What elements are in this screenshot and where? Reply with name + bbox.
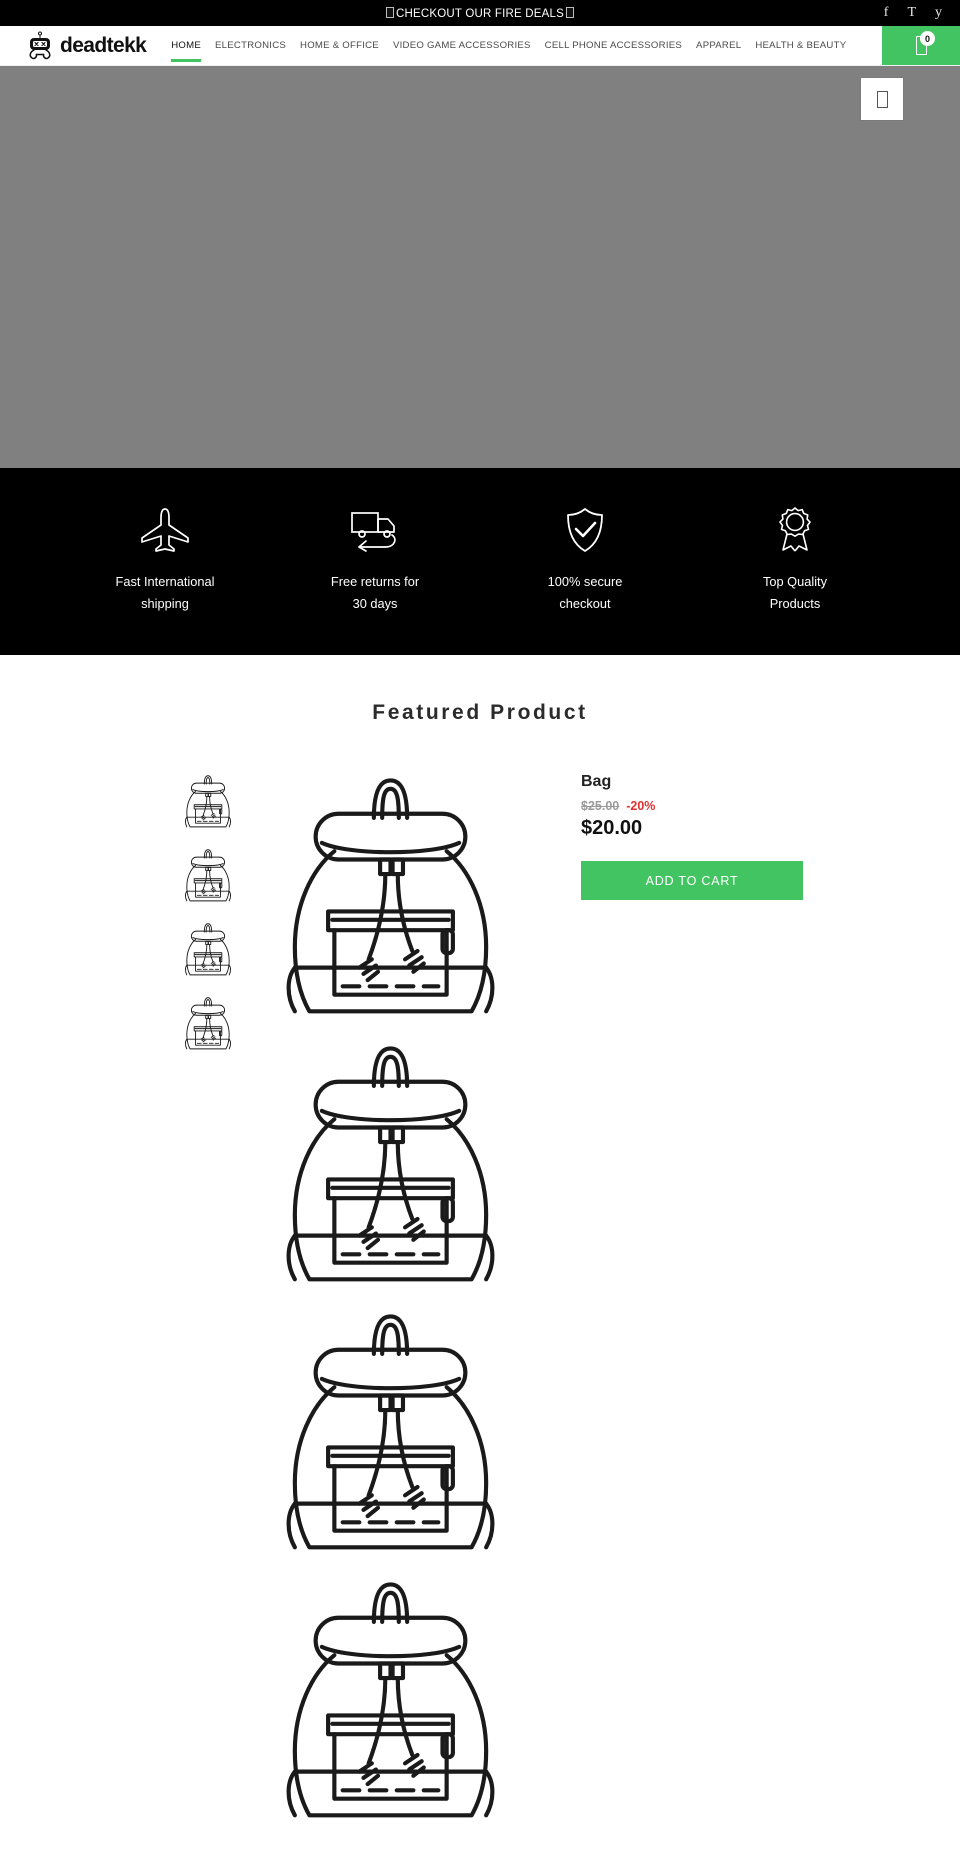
feature-label: 100% secure checkout [548, 571, 623, 615]
nav-label: CELL PHONE ACCESSORIES [544, 40, 683, 51]
feature-label-line1: Free returns for [330, 574, 420, 589]
truck-return-icon [348, 506, 402, 554]
product-thumbnail[interactable] [176, 993, 239, 1055]
product-image[interactable] [255, 1033, 525, 1301]
feature-label-line1: 100% secure [547, 574, 623, 589]
feature-free-returns: Free returns for 30 days [270, 506, 480, 615]
nav-item-health-beauty[interactable]: HEALTH & BEAUTY [748, 26, 853, 65]
fire-emoji-icon [565, 6, 574, 18]
hero-banner [0, 66, 960, 468]
announcement-message: CHECKOUT OUR FIRE DEALS [396, 7, 564, 20]
product-discount-badge: -20% [626, 799, 656, 813]
nav-item-apparel[interactable]: APPAREL [689, 26, 748, 65]
feature-label-line2: Products [769, 596, 821, 611]
award-ribbon-icon [772, 506, 818, 554]
feature-label-line2: 30 days [352, 596, 398, 611]
airplane-icon [139, 506, 191, 554]
section-title: Featured Product [372, 701, 588, 724]
page-root: CHECKOUT OUR FIRE DEALS f T y deadtekk H… [0, 0, 960, 1837]
feature-label: Fast International shipping [116, 571, 215, 615]
placeholder-glyph-icon [876, 90, 888, 108]
social-links: f T y [884, 6, 960, 20]
nav-item-electronics[interactable]: ELECTRONICS [208, 26, 293, 65]
feature-top-quality-products: Top Quality Products [690, 506, 900, 615]
feature-secure-checkout: 100% secure checkout [480, 506, 690, 615]
feature-bar: Fast International shipping Free returns… [0, 468, 960, 655]
hero-action-button[interactable] [861, 78, 903, 120]
featured-product-section: Featured Product Bag $25.00 -20% $20.00 … [0, 655, 960, 1837]
product-layout: Bag $25.00 -20% $20.00 ADD TO CART [0, 765, 960, 1837]
site-header: deadtekk HOME ELECTRONICS HOME & OFFICE … [0, 26, 960, 66]
product-image[interactable] [255, 1301, 525, 1569]
nav-label: VIDEO GAME ACCESSORIES [392, 40, 531, 51]
product-gallery [255, 765, 525, 1837]
feature-label-line2: checkout [559, 596, 611, 611]
nav-item-home-office[interactable]: HOME & OFFICE [293, 26, 386, 65]
product-price: $20.00 [581, 817, 643, 839]
product-image[interactable] [255, 765, 525, 1033]
brand-name: deadtekk [60, 33, 147, 57]
announcement-text: CHECKOUT OUR FIRE DEALS [0, 6, 960, 20]
nav-label: HEALTH & BEAUTY [755, 40, 847, 51]
twitter-icon[interactable]: T [907, 6, 916, 20]
facebook-icon[interactable]: f [884, 6, 889, 20]
product-thumbnail[interactable] [176, 845, 239, 907]
nav-label: HOME [171, 40, 202, 51]
brand-logo-link[interactable]: deadtekk [0, 26, 164, 65]
feature-label-line2: shipping [141, 596, 189, 611]
announcement-bar: CHECKOUT OUR FIRE DEALS f T y [0, 0, 960, 26]
shield-check-icon [563, 506, 607, 554]
nav-item-cell-phone-accessories[interactable]: CELL PHONE ACCESSORIES [538, 26, 689, 65]
nav-label: ELECTRONICS [215, 40, 287, 51]
feature-label-line1: Top Quality [762, 574, 827, 589]
add-to-cart-button[interactable]: ADD TO CART [581, 861, 803, 900]
feature-fast-international-shipping: Fast International shipping [60, 506, 270, 615]
youtube-icon[interactable]: y [935, 6, 942, 20]
nav-item-home[interactable]: HOME [164, 26, 208, 65]
product-compare-price: $25.00 [581, 799, 620, 813]
product-thumbnail-list [160, 765, 255, 1055]
main-navigation: HOME ELECTRONICS HOME & OFFICE VIDEO GAM… [164, 26, 853, 65]
nav-label: APPAREL [696, 40, 742, 51]
feature-label: Top Quality Products [763, 571, 827, 615]
fire-emoji-icon [386, 6, 394, 18]
product-thumbnail[interactable] [176, 919, 239, 981]
product-price-row: $25.00 -20% [581, 799, 800, 813]
feature-label-line1: Fast International [115, 574, 215, 589]
product-image[interactable] [255, 1569, 525, 1837]
robot-skull-logo-icon [29, 31, 51, 59]
product-info: Bag $25.00 -20% $20.00 ADD TO CART [525, 765, 803, 900]
product-title: Bag [581, 773, 612, 790]
nav-item-video-game-accessories[interactable]: VIDEO GAME ACCESSORIES [386, 26, 538, 65]
feature-label: Free returns for 30 days [331, 571, 419, 615]
cart-button[interactable]: 0 [882, 26, 960, 65]
cart-count-badge: 0 [920, 31, 935, 46]
nav-label: HOME & OFFICE [300, 40, 379, 51]
product-thumbnail[interactable] [176, 771, 239, 833]
